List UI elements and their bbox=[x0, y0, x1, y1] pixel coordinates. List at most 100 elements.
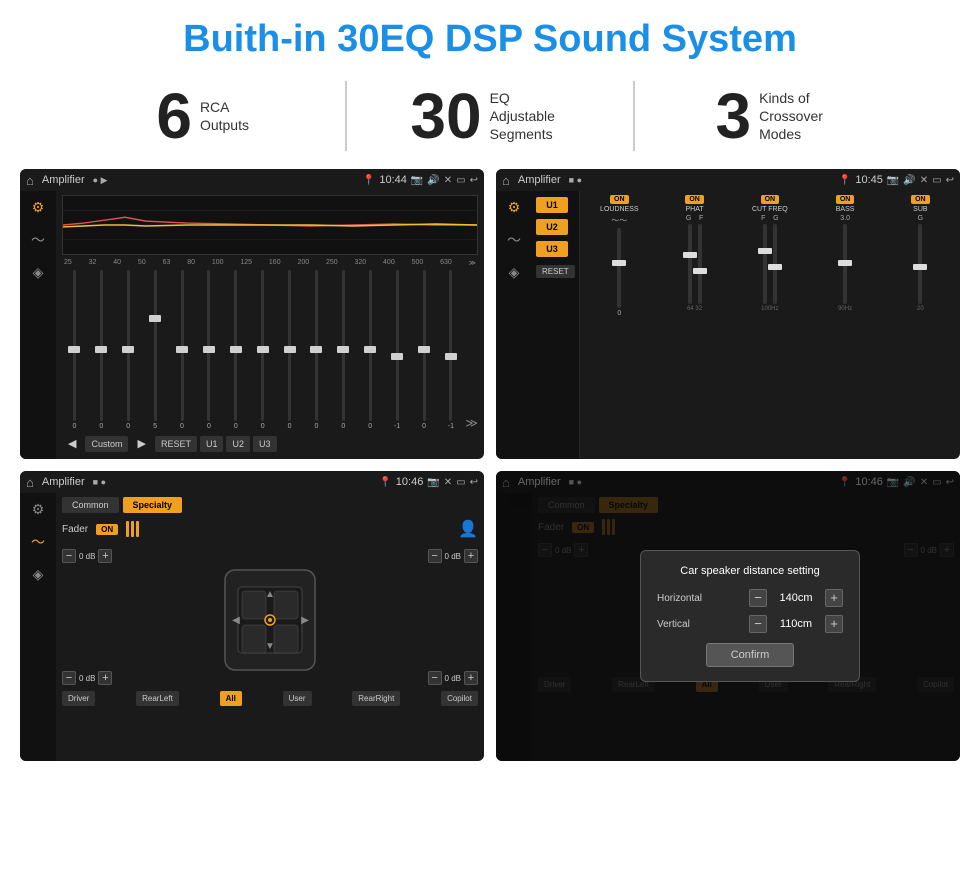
bass-toggle[interactable]: ON bbox=[836, 195, 855, 204]
eq-reset-btn[interactable]: RESET bbox=[155, 436, 197, 452]
bass-labels: 3.0 bbox=[840, 215, 850, 222]
cx-nav-icon-3[interactable]: ◈ bbox=[509, 264, 520, 281]
cutfreq-toggle[interactable]: ON bbox=[761, 195, 780, 204]
phat-toggle[interactable]: ON bbox=[685, 195, 704, 204]
rearleft-btn[interactable]: RearLeft bbox=[136, 691, 179, 706]
cutfreq-labels: F G bbox=[761, 215, 779, 222]
fader-tabs: Common Specialty bbox=[62, 497, 478, 513]
horizontal-minus-btn[interactable]: − bbox=[749, 589, 767, 607]
volume-icon-eq: 🔊 bbox=[427, 175, 439, 186]
all-btn[interactable]: All bbox=[220, 691, 242, 706]
time-fader: 10:46 bbox=[396, 476, 424, 488]
page-title: Buith-in 30EQ DSP Sound System bbox=[0, 0, 980, 71]
horizontal-plus-btn[interactable]: + bbox=[825, 589, 843, 607]
phat-label: PHAT bbox=[685, 206, 703, 213]
vol-br-plus[interactable]: + bbox=[464, 671, 478, 685]
vol-tr-minus[interactable]: − bbox=[428, 549, 442, 563]
battery-icon-fader: ▭ bbox=[456, 477, 465, 488]
bass-label: BASS bbox=[836, 206, 855, 213]
screen-dialog: ⌂ Amplifier ■ ● 📍 10:46 📷 🔊 ✕ ▭ ↩ Common… bbox=[496, 471, 960, 761]
fader-tab-common[interactable]: Common bbox=[62, 497, 119, 513]
reright-btn[interactable]: RearRight bbox=[352, 691, 400, 706]
fader-bottom-btns: Driver RearLeft All User RearRight Copil… bbox=[62, 691, 478, 706]
time-eq: 10:44 bbox=[379, 174, 407, 186]
status-bar-fader: ⌂ Amplifier ■ ● 📍 10:46 📷 ✕ ▭ ↩ bbox=[20, 471, 484, 493]
eq-slider-1[interactable]: 0 bbox=[62, 270, 87, 430]
vol-br-minus[interactable]: − bbox=[428, 671, 442, 685]
vol-bl-plus[interactable]: + bbox=[98, 671, 112, 685]
user-btn[interactable]: User bbox=[283, 691, 312, 706]
fader-main-area: Common Specialty Fader ON 👤 bbox=[56, 493, 484, 761]
vol-tr-plus[interactable]: + bbox=[464, 549, 478, 563]
confirm-button[interactable]: Confirm bbox=[706, 643, 795, 667]
app-title-eq: Amplifier bbox=[42, 174, 85, 186]
eq-slider-6[interactable]: 0 bbox=[196, 270, 221, 430]
eq-slider-3[interactable]: 0 bbox=[116, 270, 141, 430]
eq-nav-icon-1[interactable]: ⚙ bbox=[32, 199, 45, 216]
preset-u1-btn[interactable]: U1 bbox=[536, 197, 568, 213]
vol-top-left: − 0 dB + bbox=[62, 549, 112, 563]
cx-nav-icon-1[interactable]: ⚙ bbox=[508, 199, 521, 216]
eq-slider-8[interactable]: 0 bbox=[250, 270, 275, 430]
crossover-reset-btn[interactable]: RESET bbox=[536, 265, 575, 278]
sub-slider[interactable] bbox=[918, 224, 922, 304]
dot-icons-eq: ● ▶ bbox=[93, 175, 108, 186]
phat-slider[interactable] bbox=[688, 224, 702, 304]
cx-nav-icon-2[interactable]: 〜 bbox=[507, 230, 521, 250]
fader-nav-icon-3[interactable]: ◈ bbox=[33, 566, 44, 583]
eq-slider-7[interactable]: 0 bbox=[223, 270, 248, 430]
bass-slider[interactable] bbox=[843, 224, 847, 304]
eq-preset-label: Custom bbox=[85, 436, 128, 452]
eq-prev-btn[interactable]: ◀ bbox=[62, 434, 82, 453]
camera-icon-eq: 📷 bbox=[411, 175, 423, 186]
copilot-btn[interactable]: Copilot bbox=[441, 691, 478, 706]
eq-next-btn[interactable]: ▶ bbox=[131, 434, 151, 453]
vol-tl-plus[interactable]: + bbox=[98, 549, 112, 563]
screen-fader: ⌂ Amplifier ■ ● 📍 10:46 📷 ✕ ▭ ↩ ⚙ 〜 ◈ Co… bbox=[20, 471, 484, 761]
location-icon: 📍 bbox=[363, 175, 375, 186]
vol-tl-minus[interactable]: − bbox=[62, 549, 76, 563]
eq-slider-12[interactable]: 0 bbox=[358, 270, 383, 430]
driver-btn[interactable]: Driver bbox=[62, 691, 95, 706]
stat-number-rca: 6 bbox=[156, 84, 192, 148]
eq-slider-15[interactable]: -1 bbox=[438, 270, 463, 430]
eq-slider-5[interactable]: 0 bbox=[170, 270, 195, 430]
fader-tab-specialty[interactable]: Specialty bbox=[123, 497, 183, 513]
vol-bl-minus[interactable]: − bbox=[62, 671, 76, 685]
eq-slider-4[interactable]: 5 bbox=[143, 270, 168, 430]
fader-person-icon[interactable]: 👤 bbox=[458, 519, 478, 539]
eq-slider-11[interactable]: 0 bbox=[331, 270, 356, 430]
vertical-plus-btn[interactable]: + bbox=[825, 615, 843, 633]
preset-u3-btn[interactable]: U3 bbox=[536, 241, 568, 257]
eq-screen-content: ⚙ 〜 ◈ bbox=[20, 191, 484, 459]
loudness-toggle[interactable]: ON bbox=[610, 195, 629, 204]
eq-slider-10[interactable]: 0 bbox=[304, 270, 329, 430]
eq-frequency-labels: 253240506380100125160200250320400500630 … bbox=[62, 259, 478, 267]
eq-u2-btn[interactable]: U2 bbox=[226, 436, 250, 452]
eq-slider-13[interactable]: -1 bbox=[385, 270, 410, 430]
svg-text:▼: ▼ bbox=[265, 641, 275, 652]
vol-tl-val: 0 dB bbox=[79, 552, 95, 561]
sub-toggle[interactable]: ON bbox=[911, 195, 930, 204]
eq-u3-btn[interactable]: U3 bbox=[253, 436, 277, 452]
crossover-preset-col: U1 U2 U3 RESET bbox=[532, 191, 580, 459]
eq-slider-9[interactable]: 0 bbox=[277, 270, 302, 430]
stat-number-eq: 30 bbox=[410, 84, 481, 148]
fader-nav-icon-1[interactable]: ⚙ bbox=[32, 501, 45, 518]
eq-nav-icon-3[interactable]: ◈ bbox=[33, 264, 44, 281]
camera-icon-fader: 📷 bbox=[427, 477, 439, 488]
svg-text:◀: ◀ bbox=[232, 615, 240, 626]
loudness-slider[interactable] bbox=[617, 228, 621, 308]
preset-u2-btn[interactable]: U2 bbox=[536, 219, 568, 235]
fader-on-badge: ON bbox=[96, 524, 118, 535]
eq-nav-icon-2[interactable]: 〜 bbox=[31, 230, 45, 250]
fader-nav-icon-2[interactable]: 〜 bbox=[31, 532, 45, 552]
stat-label-crossover: Kinds ofCrossover Modes bbox=[759, 89, 839, 144]
eq-main-area: 253240506380100125160200250320400500630 … bbox=[56, 191, 484, 459]
cutfreq-slider[interactable] bbox=[763, 224, 777, 304]
eq-u1-btn[interactable]: U1 bbox=[200, 436, 224, 452]
eq-slider-2[interactable]: 0 bbox=[89, 270, 114, 430]
stat-label-eq: EQ AdjustableSegments bbox=[490, 89, 570, 144]
eq-slider-14[interactable]: 0 bbox=[412, 270, 437, 430]
vertical-minus-btn[interactable]: − bbox=[749, 615, 767, 633]
